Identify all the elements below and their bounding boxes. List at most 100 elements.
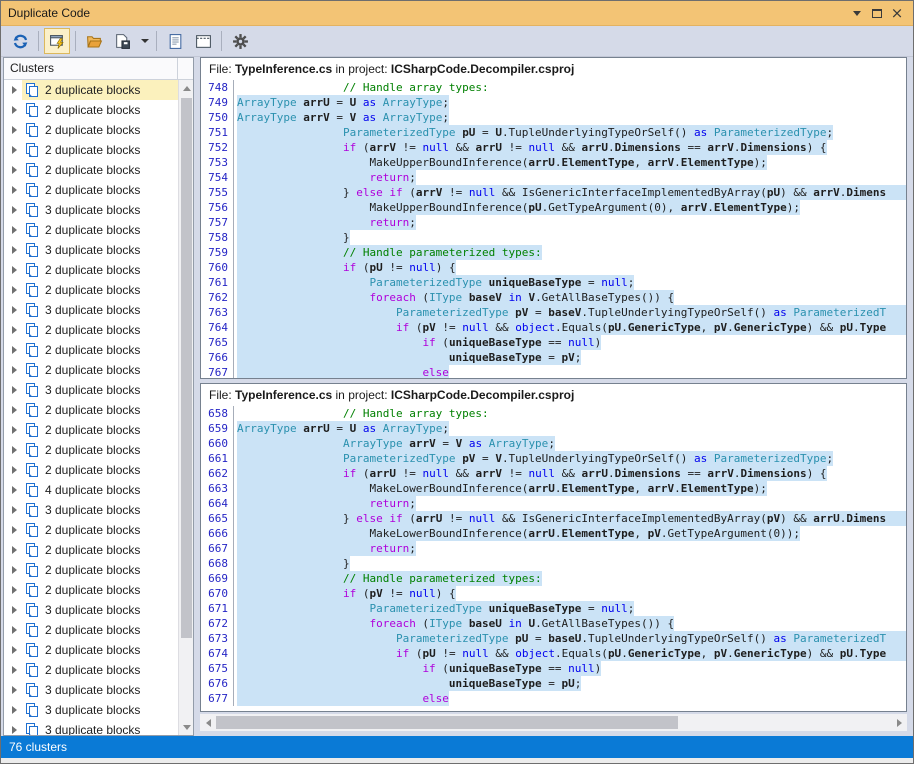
cluster-row[interactable]: 2 duplicate blocks [4, 560, 178, 580]
cluster-row-content[interactable]: 2 duplicate blocks [22, 280, 178, 300]
cluster-row-content[interactable]: 2 duplicate blocks [22, 580, 178, 600]
cluster-row-content[interactable]: 2 duplicate blocks [22, 100, 178, 120]
cluster-row[interactable]: 3 duplicate blocks [4, 680, 178, 700]
cluster-row-content[interactable]: 2 duplicate blocks [22, 660, 178, 680]
scroll-right-button[interactable] [891, 714, 907, 731]
cluster-row-content[interactable]: 2 duplicate blocks [22, 440, 178, 460]
save-results-button[interactable] [109, 28, 135, 54]
cluster-row-content[interactable]: 2 duplicate blocks [22, 220, 178, 240]
expander-icon[interactable] [12, 546, 17, 554]
expander-icon[interactable] [12, 506, 17, 514]
cluster-row[interactable]: 2 duplicate blocks [4, 540, 178, 560]
expander-icon[interactable] [12, 626, 17, 634]
expander-icon[interactable] [12, 306, 17, 314]
expander-icon[interactable] [12, 466, 17, 474]
cluster-row[interactable]: 3 duplicate blocks [4, 720, 178, 735]
cluster-row-content[interactable]: 3 duplicate blocks [22, 680, 178, 700]
expander-icon[interactable] [12, 206, 17, 214]
cluster-row[interactable]: 2 duplicate blocks [4, 160, 178, 180]
refresh-button[interactable] [7, 28, 33, 54]
expander-icon[interactable] [12, 586, 17, 594]
cluster-row-content[interactable]: 3 duplicate blocks [22, 380, 178, 400]
cluster-row[interactable]: 3 duplicate blocks [4, 200, 178, 220]
cluster-row-content[interactable]: 2 duplicate blocks [22, 120, 178, 140]
cluster-row-content[interactable]: 3 duplicate blocks [22, 600, 178, 620]
expander-icon[interactable] [12, 346, 17, 354]
cluster-row-content[interactable]: 3 duplicate blocks [22, 300, 178, 320]
cluster-row[interactable]: 2 duplicate blocks [4, 580, 178, 600]
cluster-row-content[interactable]: 2 duplicate blocks [22, 420, 178, 440]
cluster-row[interactable]: 3 duplicate blocks [4, 500, 178, 520]
expander-icon[interactable] [12, 726, 17, 734]
expander-icon[interactable] [12, 446, 17, 454]
expander-icon[interactable] [12, 386, 17, 394]
cluster-row[interactable]: 2 duplicate blocks [4, 80, 178, 100]
show-in-window-button[interactable] [190, 28, 216, 54]
expander-icon[interactable] [12, 686, 17, 694]
cluster-row[interactable]: 2 duplicate blocks [4, 360, 178, 380]
cluster-row[interactable]: 2 duplicate blocks [4, 180, 178, 200]
cluster-row-content[interactable]: 2 duplicate blocks [22, 400, 178, 420]
cluster-row[interactable]: 2 duplicate blocks [4, 440, 178, 460]
cluster-row[interactable]: 4 duplicate blocks [4, 480, 178, 500]
scroll-up-button[interactable] [179, 80, 194, 96]
expander-icon[interactable] [12, 666, 17, 674]
report-button[interactable] [162, 28, 188, 54]
cluster-row-content[interactable]: 2 duplicate blocks [22, 620, 178, 640]
cluster-row[interactable]: 2 duplicate blocks [4, 280, 178, 300]
cluster-row-content[interactable]: 2 duplicate blocks [22, 640, 178, 660]
code-pane-top[interactable]: File: TypeInference.cs in project: ICSha… [200, 57, 907, 379]
clusters-scrollbar[interactable] [178, 80, 193, 735]
cluster-row-content[interactable]: 2 duplicate blocks [22, 160, 178, 180]
expander-icon[interactable] [12, 286, 17, 294]
expander-icon[interactable] [12, 646, 17, 654]
expander-icon[interactable] [12, 566, 17, 574]
cluster-row-content[interactable]: 2 duplicate blocks [22, 260, 178, 280]
code-horizontal-scrollbar[interactable] [200, 714, 907, 731]
cluster-row[interactable]: 2 duplicate blocks [4, 400, 178, 420]
cluster-row-content[interactable]: 3 duplicate blocks [22, 240, 178, 260]
cluster-row-content[interactable]: 2 duplicate blocks [22, 540, 178, 560]
window-menu-button[interactable] [847, 4, 867, 22]
cluster-row-content[interactable]: 2 duplicate blocks [22, 360, 178, 380]
expander-icon[interactable] [12, 326, 17, 334]
expander-icon[interactable] [12, 706, 17, 714]
cluster-row[interactable]: 3 duplicate blocks [4, 380, 178, 400]
cluster-row-content[interactable]: 2 duplicate blocks [22, 460, 178, 480]
settings-button[interactable] [227, 28, 253, 54]
scroll-down-button[interactable] [179, 719, 194, 735]
cluster-row[interactable]: 2 duplicate blocks [4, 120, 178, 140]
expander-icon[interactable] [12, 366, 17, 374]
expander-icon[interactable] [12, 126, 17, 134]
cluster-row[interactable]: 3 duplicate blocks [4, 700, 178, 720]
scroll-left-button[interactable] [200, 714, 216, 731]
cluster-row-content[interactable]: 4 duplicate blocks [22, 480, 178, 500]
close-button[interactable]: × [887, 4, 907, 22]
expander-icon[interactable] [12, 146, 17, 154]
cluster-row-content[interactable]: 2 duplicate blocks [22, 180, 178, 200]
cluster-row[interactable]: 2 duplicate blocks [4, 220, 178, 240]
cluster-row[interactable]: 2 duplicate blocks [4, 640, 178, 660]
cluster-row[interactable]: 2 duplicate blocks [4, 620, 178, 640]
cluster-row[interactable]: 3 duplicate blocks [4, 300, 178, 320]
cluster-row[interactable]: 2 duplicate blocks [4, 140, 178, 160]
expander-icon[interactable] [12, 266, 17, 274]
expander-icon[interactable] [12, 106, 17, 114]
scrollbar-track[interactable] [216, 714, 891, 731]
cluster-row[interactable]: 2 duplicate blocks [4, 320, 178, 340]
cluster-row-content[interactable]: 2 duplicate blocks [22, 140, 178, 160]
instant-analysis-toggle-button[interactable] [44, 28, 70, 54]
cluster-row-content[interactable]: 2 duplicate blocks [22, 560, 178, 580]
cluster-row-content[interactable]: 3 duplicate blocks [22, 720, 178, 735]
save-results-button-dropdown[interactable] [137, 28, 151, 54]
cluster-row-content[interactable]: 2 duplicate blocks [22, 80, 178, 100]
cluster-row[interactable]: 2 duplicate blocks [4, 660, 178, 680]
cluster-row[interactable]: 2 duplicate blocks [4, 260, 178, 280]
cluster-row-content[interactable]: 3 duplicate blocks [22, 200, 178, 220]
open-results-button[interactable] [81, 28, 107, 54]
expander-icon[interactable] [12, 186, 17, 194]
expander-icon[interactable] [12, 406, 17, 414]
expander-icon[interactable] [12, 426, 17, 434]
cluster-row-content[interactable]: 3 duplicate blocks [22, 700, 178, 720]
scrollbar-thumb[interactable] [181, 98, 192, 638]
